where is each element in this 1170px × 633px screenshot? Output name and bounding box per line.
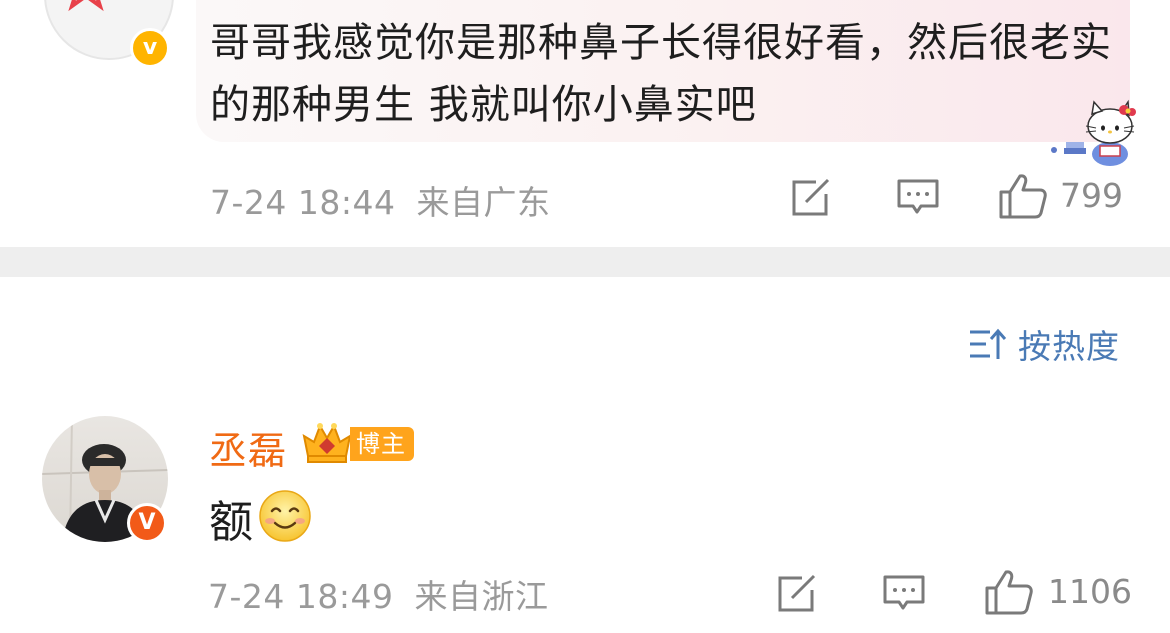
comment-meta: 7-24 18:44 来自广东 [210,176,551,224]
smile-emoji-icon [259,490,311,542]
like-count: 1106 [1048,572,1132,611]
share-icon[interactable] [790,178,834,218]
comment-meta: 7-24 18:49 来自浙江 [208,570,549,618]
comment-date: 7-24 18:44 [210,183,396,222]
thumb-up-icon[interactable] [984,568,1034,616]
like-count: 799 [1060,176,1123,215]
blogger-badge: 博主 [350,427,414,461]
sort-icon [970,328,1007,359]
comment-location: 来自浙江 [414,577,549,616]
hello-kitty-sticker-icon [1051,99,1136,166]
crown-icon [302,423,352,463]
share-icon[interactable] [776,574,820,614]
sort-label: 按热度 [1018,327,1120,366]
comment-icon[interactable] [896,178,940,218]
sort-button[interactable]: 按热度 [968,322,1120,366]
verified-badge: v [130,28,170,68]
comment-text: 哥哥我感觉你是那种鼻子长得很好看，然后很老实的那种男生 我就叫你小鼻实吧 [210,20,1112,128]
comment-date: 7-24 18:49 [208,577,394,616]
comment-text: 额 [209,497,253,548]
comment-icon[interactable] [882,574,926,614]
section-divider [0,247,1170,277]
thumb-up-icon[interactable] [998,172,1048,220]
username[interactable]: 丞磊 [209,420,287,475]
verified-badge: V [127,503,167,543]
comment-location: 来自广东 [416,183,551,222]
